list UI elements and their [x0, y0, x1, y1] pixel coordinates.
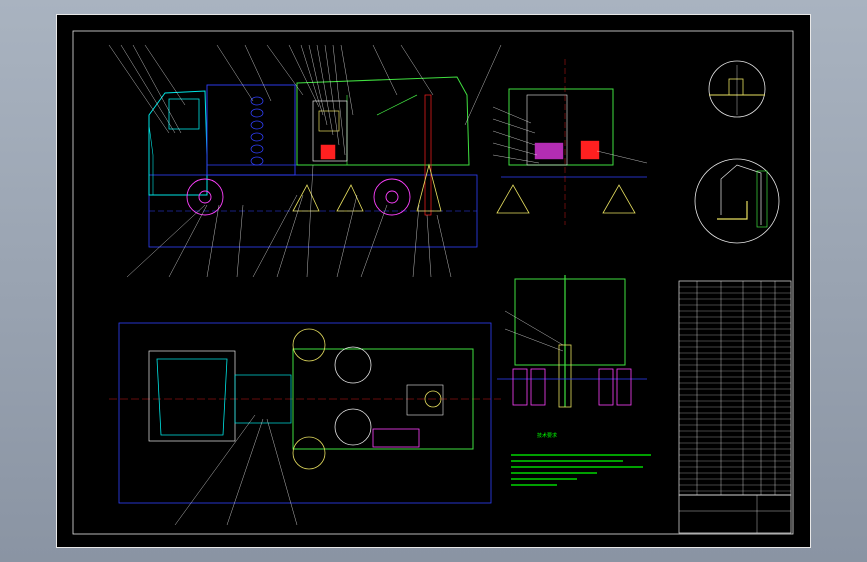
inner-border	[72, 30, 794, 535]
detail-circle-a	[708, 60, 766, 118]
truck-front-view	[497, 275, 647, 408]
drawing-sheet: 技术要求	[56, 14, 811, 548]
detail-circle-b	[694, 158, 780, 244]
notes-title: 技术要求	[537, 432, 557, 439]
truck-rear-view	[492, 59, 648, 225]
cad-drawing: 技术要求	[72, 30, 794, 535]
title-block	[678, 494, 792, 534]
truck-side-view	[108, 44, 502, 278]
truck-top-view	[109, 322, 501, 526]
parts-list-table	[678, 280, 792, 496]
technical-notes: 技术要求	[511, 432, 651, 486]
